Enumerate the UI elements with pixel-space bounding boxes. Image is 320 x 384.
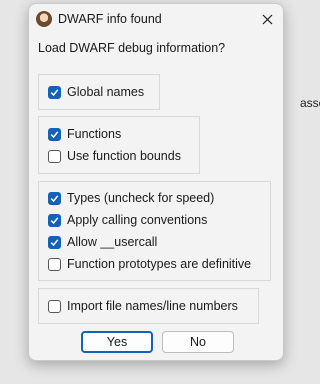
checkbox-label: Use function bounds (67, 149, 181, 163)
dialog-prompt: Load DWARF debug information? (38, 41, 226, 55)
checkmark-icon (50, 194, 59, 202)
checkbox-label: Apply calling conventions (67, 213, 208, 227)
checkmark-icon (50, 238, 59, 246)
checkbox-checked-icon[interactable] (48, 213, 61, 227)
checkmark-icon (50, 216, 59, 224)
checkbox-unchecked-icon[interactable] (48, 299, 61, 313)
checkbox-label: Allow __usercall (67, 235, 158, 249)
checkbox-label: Functions (67, 127, 122, 141)
dwarf-info-dialog: DWARF info found Load DWARF debug inform… (28, 3, 284, 361)
checkbox-label: Import file names/line numbers (67, 299, 238, 313)
checkmark-icon (50, 130, 59, 138)
checkbox-unchecked-icon[interactable] (48, 149, 61, 163)
app-icon (36, 11, 52, 27)
no-button[interactable]: No (162, 331, 234, 353)
checkbox-use-function-bounds[interactable]: Use function bounds (48, 147, 181, 165)
checkmark-icon (50, 88, 59, 96)
close-icon (262, 14, 272, 24)
checkbox-apply-calling-conventions[interactable]: Apply calling conventions (48, 211, 207, 229)
checkbox-label: Global names (67, 85, 145, 99)
checkbox-checked-icon[interactable] (48, 235, 61, 249)
background-window-text: asser (300, 96, 320, 110)
checkbox-unchecked-icon[interactable] (48, 257, 61, 271)
checkbox-function-prototypes-definitive[interactable]: Function prototypes are definitive (48, 255, 251, 273)
title-bar: DWARF info found (29, 4, 283, 34)
close-button[interactable] (251, 4, 283, 34)
checkbox-label: Function prototypes are definitive (67, 257, 252, 271)
checkbox-functions[interactable]: Functions (48, 125, 121, 143)
checkbox-allow-usercall[interactable]: Allow __usercall (48, 233, 157, 251)
checkbox-checked-icon[interactable] (48, 85, 61, 99)
checkbox-global-names[interactable]: Global names (48, 83, 144, 101)
checkbox-types[interactable]: Types (uncheck for speed) (48, 189, 214, 207)
checkbox-label: Types (uncheck for speed) (67, 191, 215, 205)
checkbox-checked-icon[interactable] (48, 191, 61, 205)
yes-button[interactable]: Yes (81, 331, 153, 353)
checkbox-checked-icon[interactable] (48, 127, 61, 141)
dialog-title: DWARF info found (58, 12, 162, 26)
checkbox-import-file-names[interactable]: Import file names/line numbers (48, 297, 238, 315)
